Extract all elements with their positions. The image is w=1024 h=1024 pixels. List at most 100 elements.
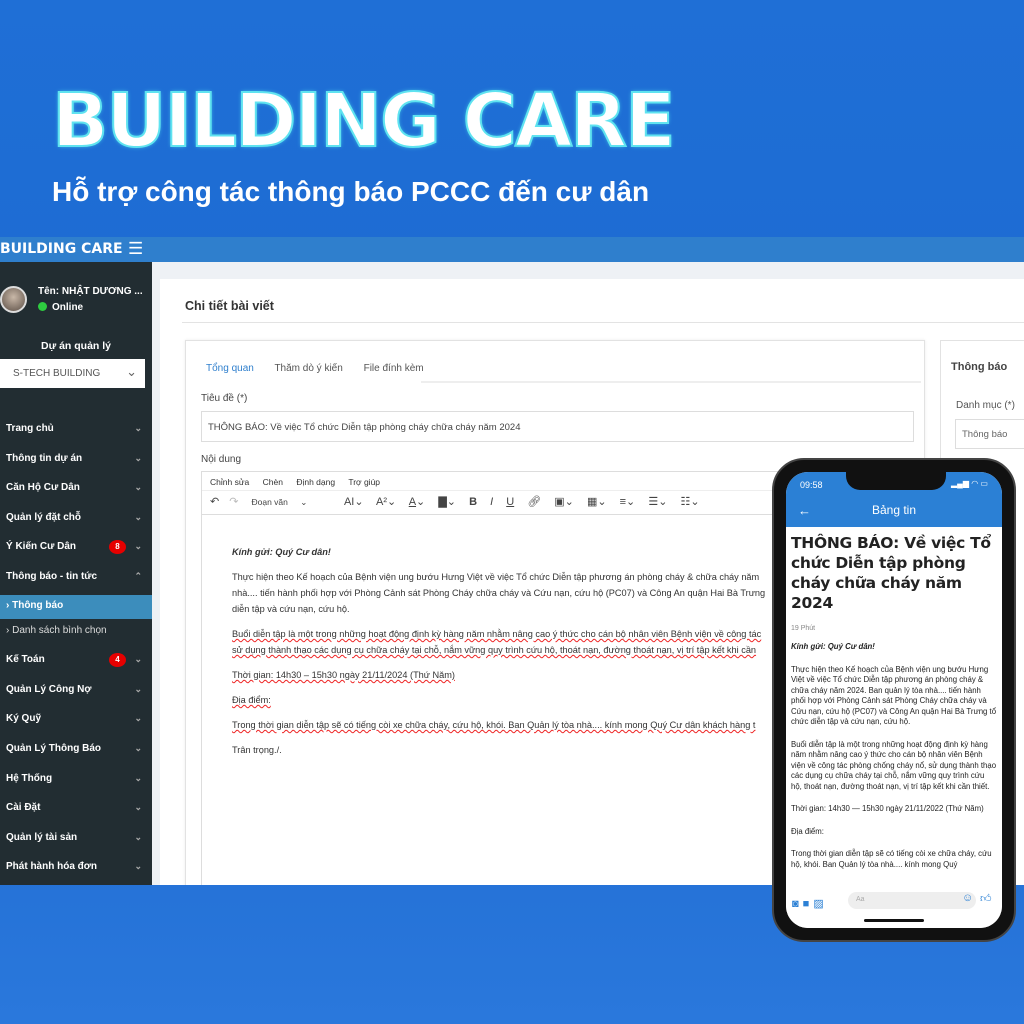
title-label: Tiêu đề (*) [201,393,248,404]
sidebar-item-he-thong[interactable]: Hệ Thống ⌄ [0,767,152,797]
redo-icon[interactable]: ↷ [229,496,238,508]
hero-title: BUILDING CARE [51,77,677,165]
menu-insert[interactable]: Chèn [263,477,283,487]
sidebar-item-label: Cài Đặt [6,802,41,814]
project-value: S-TECH BUILDING [13,368,101,379]
phone-mockup: 09:58 ▂▄▆ ◠ ▭ ← Bảng tin THÔNG BÁO: Về v… [772,458,1016,942]
phone-article: THÔNG BÁO: Về việc Tổ chức Diễn tập phòn… [786,527,1002,888]
phone-notch [846,472,946,490]
notification-badge: 8 [109,540,126,555]
menu-help[interactable]: Trợ giúp [348,477,380,487]
page-title: Chi tiết bài viết [185,299,274,313]
sidebar-item-label: Quản lý đặt chỗ [6,511,82,523]
chevron-down-icon: ⌄ [134,452,142,463]
sidebar-item-label: Ý Kiến Cư Dân [6,541,77,553]
camera-icon[interactable]: ◙ [792,898,799,910]
title-input[interactable]: THÔNG BÁO: Về việc Tổ chức Diễn tập phòn… [201,411,914,442]
sidebar-item-cong-no[interactable]: Quản Lý Công Nợ ⌄ [0,678,152,708]
chevron-down-icon: ⌄ [126,364,137,379]
chevron-down-icon: ⌄ [134,683,142,694]
app-brand: BUILDING CARE [0,241,123,257]
chevron-down-icon: ⌄ [134,772,142,783]
home-indicator [864,919,924,922]
align-icon[interactable]: ≡⌄ [620,496,636,508]
tabs: Tổng quan Thăm dò ý kiến File đính kèm [206,363,442,374]
greeting: Kính gửi: Quý Cư dân! [791,642,875,651]
user-status: Online [38,302,83,313]
phone-time: 09:58 [800,480,823,490]
project-select[interactable]: S-TECH BUILDING ⌄ [0,359,145,388]
avatar [0,286,27,313]
superscript-icon[interactable]: A²⌄ [376,496,396,508]
sidebar-item-quan-ly-thong-bao[interactable]: Quản Lý Thông Báo ⌄ [0,737,152,767]
bold-icon[interactable]: B [469,496,477,508]
chevron-down-icon: ⌄ [134,831,142,842]
menu-format[interactable]: Định dạng [296,477,335,487]
font-size-icon[interactable]: AI⌄ [344,496,364,508]
image-icon[interactable]: ▣⌄ [554,496,574,508]
numbered-list-icon[interactable]: ☷⌄ [680,496,699,508]
tab-file-dinh-kem[interactable]: File đính kèm [364,363,424,374]
chevron-down-icon: ⌄ [134,802,142,813]
chevron-down-icon: ⌄ [134,482,142,493]
top-bar: BUILDING CARE ☰ [0,237,1024,262]
paragraph-style-select[interactable]: Đoạn văn ⌄ [252,497,332,508]
sidebar-subitem-thong-bao[interactable]: › Thông báo [0,594,152,619]
sidebar-item-y-kien[interactable]: Ý Kiến Cư Dân 8 ⌄ [0,535,152,565]
sidebar-item-trang-chu[interactable]: Trang chủ ⌄ [0,417,152,447]
sidebar-item-label: Căn Hộ Cư Dân [6,482,80,494]
sidebar-item-label: Thông báo - tin tức [6,570,98,582]
greeting: Kính gửi: Quý Cư dân! [232,547,331,557]
panel-title: Thông báo [951,361,1008,373]
table-icon[interactable]: ▦⌄ [587,496,607,508]
user-name: Tên: NHẬT DƯƠNG ... [38,286,143,297]
sidebar-item-cai-dat[interactable]: Cài Đặt ⌄ [0,796,152,826]
sidebar-item-ky-quy[interactable]: Ký Quỹ ⌄ [0,707,152,737]
link-icon[interactable]: 🔗︎ [527,496,541,508]
tab-tong-quan[interactable]: Tổng quan [206,363,254,374]
paragraph: Thực hiện theo Kế hoạch của Bệnh viện un… [791,664,997,727]
italic-icon[interactable]: I [490,496,493,508]
sidebar-menu: Trang chủ ⌄ Thông tin dự án ⌄ Căn Hộ Cư Dâ… [0,417,152,885]
paragraph: Thực hiện theo Kế hoạch của Bệnh viện un… [232,572,760,582]
paragraph: nhà.... tiến hành phối hợp với Phòng Cản… [232,588,766,598]
gallery-icon[interactable]: ▨ [813,898,823,910]
tab-divider [421,381,921,383]
sidebar-item-can-ho[interactable]: Căn Hộ Cư Dân ⌄ [0,476,152,506]
sidebar-item-hoa-don[interactable]: Phát hành hóa đơn ⌄ [0,855,152,885]
sidebar-item-tai-san[interactable]: Quản lý tài sản ⌄ [0,826,152,856]
chevron-down-icon: ⌄ [134,861,142,872]
sidebar-item-thong-bao-tin-tuc[interactable]: Thông báo - tin tức ⌃ [0,565,152,595]
category-label: Danh mục (*) [956,400,1015,411]
bullet-list-icon[interactable]: ☰⌄ [648,496,667,508]
highlight-icon[interactable]: ▇⌄ [438,496,456,508]
online-dot-icon [38,302,47,311]
text-color-icon[interactable]: A⌄ [409,496,426,508]
menu-edit[interactable]: Chỉnh sửa [210,477,249,487]
paragraph: Thời gian: 14h30 — 15h30 ngày 21/11/2022… [791,804,984,813]
underline-icon[interactable]: U [506,496,514,508]
sidebar-item-dat-cho[interactable]: Quản lý đặt chỗ ⌄ [0,506,152,536]
paragraph: Buổi diễn tập là một trong những hoạt độ… [791,739,997,791]
sidebar-item-label: Trang chủ [6,423,54,434]
category-select[interactable]: Thông báo [955,419,1024,449]
tab-tham-do-y-kien[interactable]: Thăm dò ý kiến [274,363,342,374]
like-icon[interactable]: 👍︎ [980,892,992,905]
chevron-up-icon: ⌃ [134,570,142,581]
sidebar-subitem-binh-chon[interactable]: › Danh sách bình chọn [0,619,152,649]
article-title: THÔNG BÁO: Về việc Tổ chức Diễn tập phòn… [791,534,991,612]
divider [182,322,1024,323]
sidebar-item-label: Thông tin dự án [6,452,83,464]
comment-input[interactable]: Aa [848,892,976,909]
phone-screen: 09:58 ▂▄▆ ◠ ▭ ← Bảng tin THÔNG BÁO: Về v… [786,472,1002,928]
sidebar-item-label: Thông báo [12,599,64,611]
undo-icon[interactable]: ↶ [210,496,219,508]
sidebar-item-thong-tin-du-an[interactable]: Thông tin dự án ⌄ [0,447,152,477]
sidebar-item-label: Danh sách bình chọn [12,624,107,636]
sidebar-item-label: Kế Toán [6,654,45,666]
sidebar-item-ke-toan[interactable]: Kế Toán 4 ⌄ [0,648,152,678]
chevron-down-icon: ⌄ [134,654,142,665]
video-icon[interactable]: ■ [803,898,810,910]
hamburger-icon[interactable]: ☰ [128,239,143,259]
emoji-icon[interactable]: ☺ [962,892,973,904]
